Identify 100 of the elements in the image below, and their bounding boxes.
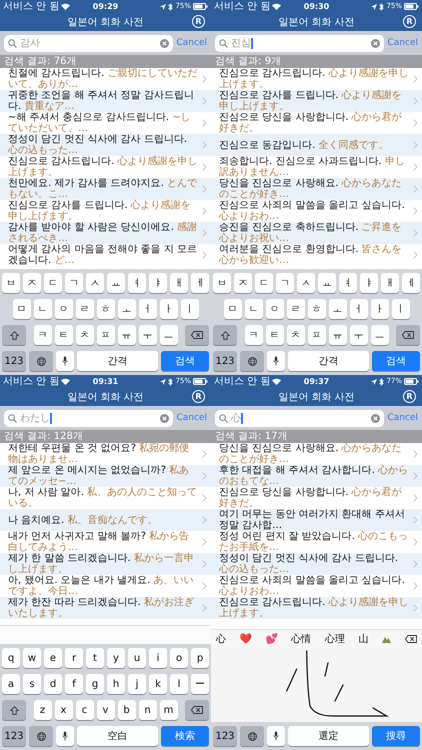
microphone-key[interactable] <box>267 726 285 746</box>
letter-key[interactable]: ㅌ <box>266 325 284 345</box>
letter-key[interactable]: ㅂ <box>2 273 20 293</box>
letter-key[interactable]: ㅕ <box>128 273 146 293</box>
numbers-key[interactable]: 123 <box>2 726 26 746</box>
letter-key[interactable]: ㄷ <box>255 273 273 293</box>
letter-key[interactable]: ㅋ <box>244 325 262 345</box>
letter-key[interactable]: o <box>170 648 188 668</box>
letter-key[interactable]: ㅓ <box>138 299 156 319</box>
microphone-key[interactable] <box>56 351 74 371</box>
letter-key[interactable]: ㅋ <box>34 325 52 345</box>
letter-key[interactable]: ㅎ <box>96 299 114 319</box>
letter-key[interactable]: ー <box>191 674 209 694</box>
letter-key[interactable]: n <box>138 700 156 720</box>
letter-key[interactable]: f <box>65 674 83 694</box>
letter-key[interactable]: ㄱ <box>65 273 83 293</box>
letter-key[interactable]: ㅊ <box>76 325 94 345</box>
numbers-key[interactable]: 123 <box>213 726 237 746</box>
letter-key[interactable]: ㅅ <box>86 273 104 293</box>
search-key[interactable]: 搜尋 <box>372 726 420 746</box>
delete-key[interactable] <box>185 325 209 345</box>
search-key[interactable]: 検索 <box>161 726 209 746</box>
logo-button[interactable]: R <box>403 15 416 28</box>
logo-button[interactable]: R <box>192 15 205 28</box>
letter-key[interactable]: ㅗ <box>118 299 136 319</box>
clear-icon[interactable] <box>160 414 168 422</box>
letter-key[interactable]: ㅅ <box>297 273 315 293</box>
numbers-key[interactable]: 123 <box>2 351 26 371</box>
letter-key[interactable]: ㅣ <box>180 299 198 319</box>
clear-icon[interactable] <box>160 38 168 48</box>
delete-key[interactable] <box>396 325 420 345</box>
letter-key[interactable]: ㅈ <box>23 273 41 293</box>
microphone-key[interactable] <box>267 351 285 371</box>
letter-key[interactable]: v <box>96 700 114 720</box>
letter-key[interactable]: ㅐ <box>381 273 399 293</box>
candidate-button[interactable]: 心 <box>216 632 226 646</box>
letter-key[interactable]: y <box>107 648 125 668</box>
letter-key[interactable]: s <box>23 674 41 694</box>
letter-key[interactable]: ㅏ <box>160 299 178 319</box>
result-row[interactable]: 진심으로 동감입니다. 全く同感です。 <box>211 134 422 156</box>
delete-icon[interactable] <box>404 635 417 643</box>
globe-key[interactable] <box>240 726 264 746</box>
letter-key[interactable]: ㅑ <box>360 273 378 293</box>
letter-key[interactable]: ㅛ <box>107 273 125 293</box>
letter-key[interactable]: ㅜ <box>138 325 156 345</box>
globe-key[interactable] <box>240 351 264 371</box>
letter-key[interactable]: ㅛ <box>318 273 336 293</box>
letter-key[interactable]: d <box>44 674 62 694</box>
letter-key[interactable]: a <box>2 674 20 694</box>
letter-key[interactable]: r <box>65 648 83 668</box>
letter-key[interactable]: g <box>86 674 104 694</box>
letter-key[interactable]: ㅣ <box>392 299 410 319</box>
letter-key[interactable]: ㅡ <box>160 325 178 345</box>
candidate-button[interactable]: 心理 <box>324 632 345 646</box>
letter-key[interactable]: ㅁ <box>12 299 30 319</box>
letter-key[interactable]: ㅍ <box>96 325 114 345</box>
shift-key[interactable] <box>2 700 26 720</box>
letter-key[interactable]: l <box>170 674 188 694</box>
shift-key[interactable] <box>213 325 237 345</box>
microphone-key[interactable] <box>56 726 74 746</box>
letter-key[interactable]: q <box>2 648 20 668</box>
letter-key[interactable]: x <box>54 700 72 720</box>
letter-key[interactable]: ㅗ <box>328 299 346 319</box>
letter-key[interactable]: ㅠ <box>118 325 136 345</box>
numbers-key[interactable]: 123 <box>213 351 237 371</box>
result-row[interactable]: 나 음치예요. 私、音痴なんです。 <box>0 509 211 531</box>
letter-key[interactable]: u <box>128 648 146 668</box>
logo-button[interactable]: R <box>192 390 205 403</box>
space-key[interactable]: 간격 <box>288 351 369 371</box>
letter-key[interactable]: ㅇ <box>54 299 72 319</box>
letter-key[interactable]: e <box>44 648 62 668</box>
space-key[interactable]: 選定 <box>288 726 369 746</box>
clear-icon[interactable] <box>370 38 380 48</box>
globe-key[interactable] <box>29 726 53 746</box>
letter-key[interactable]: t <box>86 648 104 668</box>
clear-icon[interactable] <box>370 414 380 422</box>
logo-button[interactable]: R <box>403 390 416 403</box>
letter-key[interactable]: ㅕ <box>339 273 357 293</box>
letter-key[interactable]: ㅓ <box>350 299 368 319</box>
candidate-button[interactable]: 心情 <box>291 632 312 646</box>
letter-key[interactable]: m <box>160 700 178 720</box>
candidate-button[interactable]: 山 <box>358 632 369 646</box>
letter-key[interactable]: i <box>149 648 167 668</box>
search-key[interactable]: 검색 <box>161 351 209 371</box>
letter-key[interactable]: ㅈ <box>234 273 252 293</box>
letter-key[interactable]: ㄱ <box>276 273 294 293</box>
letter-key[interactable]: ㅊ <box>286 325 304 345</box>
letter-key[interactable]: k <box>149 674 167 694</box>
shift-key[interactable] <box>2 325 26 345</box>
letter-key[interactable]: ㅔ <box>191 273 209 293</box>
letter-key[interactable]: c <box>76 700 94 720</box>
candidate-button[interactable]: ❤ <box>240 633 252 645</box>
space-key[interactable]: 空白 <box>77 726 158 746</box>
globe-key[interactable] <box>29 351 53 371</box>
letter-key[interactable]: ㅡ <box>370 325 388 345</box>
mountain-icon[interactable] <box>382 635 392 643</box>
letter-key[interactable]: w <box>23 648 41 668</box>
letter-key[interactable]: p <box>191 648 209 668</box>
letter-key[interactable]: ㅂ <box>213 273 231 293</box>
letter-key[interactable]: ㅑ <box>149 273 167 293</box>
